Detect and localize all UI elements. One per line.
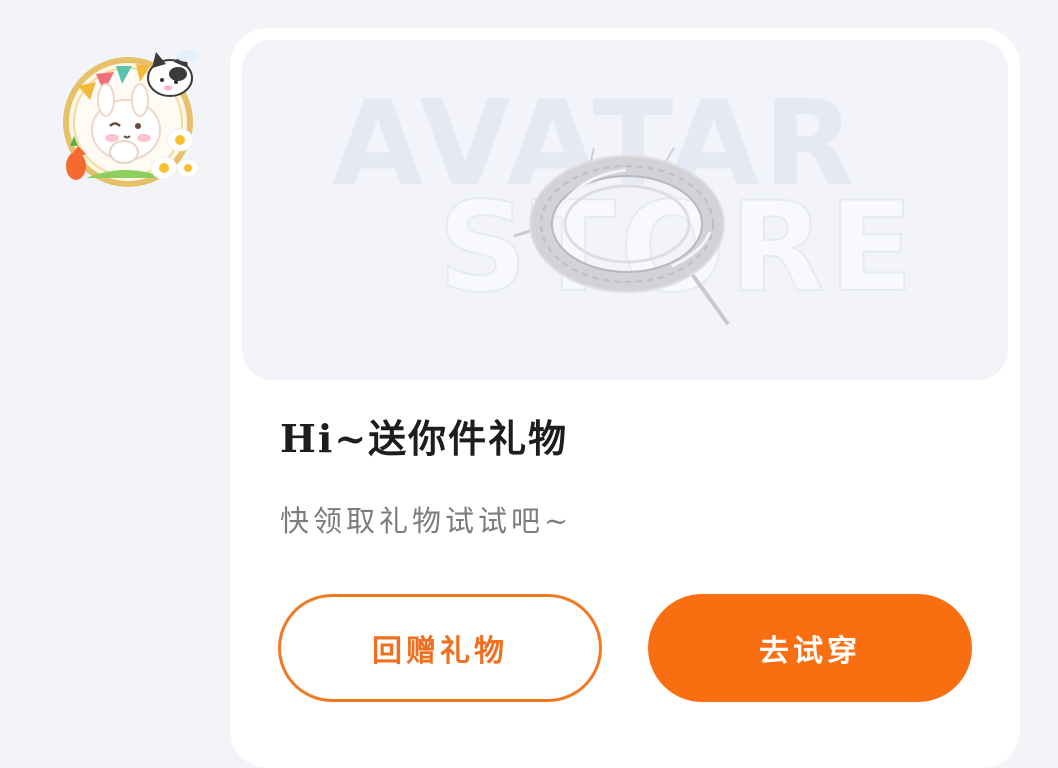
try-on-button[interactable]: 去试穿 — [648, 594, 972, 702]
return-gift-button[interactable]: 回赠礼物 — [278, 594, 602, 702]
avatar-illustration-icon — [63, 50, 200, 187]
gift-subtitle: 快领取礼物试试吧~ — [280, 504, 573, 538]
gift-title: Hi~送你件礼物 — [280, 416, 569, 461]
ring-halo-icon — [512, 146, 742, 336]
user-avatar[interactable] — [56, 42, 206, 192]
gift-card: AVATAR STORE Hi~送你件礼物 快领取礼物试试吧~ 回赠礼物 去试穿 — [230, 28, 1020, 768]
item-preview-banner: AVATAR STORE — [242, 40, 1008, 380]
